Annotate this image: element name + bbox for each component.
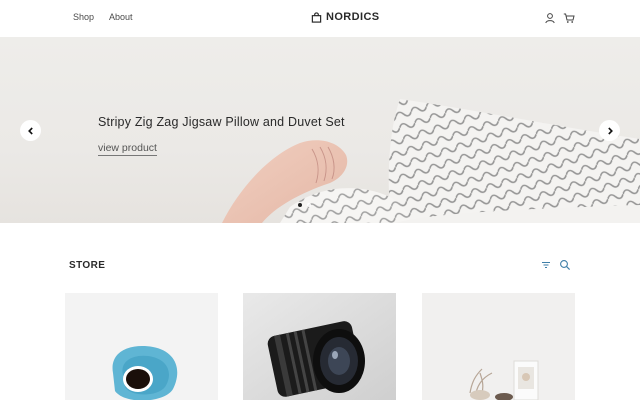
top-header: Shop About NORDICS — [0, 0, 640, 37]
brand-name: NORDICS — [326, 11, 380, 23]
product-image-camera-lens — [243, 293, 396, 400]
user-icon[interactable] — [544, 12, 556, 24]
product-card[interactable] — [65, 293, 218, 400]
product-image-decor-vase — [422, 293, 575, 400]
nav-about-link[interactable]: About — [109, 12, 133, 22]
search-icon[interactable] — [559, 259, 571, 271]
product-card[interactable] — [243, 293, 396, 400]
cart-icon[interactable] — [563, 12, 575, 24]
nav-shop-link[interactable]: Shop — [73, 12, 94, 22]
carousel-prev-button[interactable] — [20, 120, 41, 141]
chevron-right-icon — [607, 126, 613, 135]
carousel-dots — [298, 203, 311, 207]
view-product-link[interactable]: view product — [98, 142, 157, 156]
filter-icon[interactable] — [540, 259, 552, 271]
hero-carousel: Stripy Zig Zag Jigsaw Pillow and Duvet S… — [0, 37, 640, 223]
chevron-left-icon — [27, 126, 33, 135]
carousel-next-button[interactable] — [599, 120, 620, 141]
shopping-bag-icon — [311, 11, 322, 23]
store-title: STORE — [69, 260, 106, 271]
hero-title: Stripy Zig Zag Jigsaw Pillow and Duvet S… — [98, 115, 345, 129]
carousel-dot[interactable] — [298, 203, 302, 207]
product-card[interactable] — [422, 293, 575, 400]
product-image-coffee-cup — [65, 293, 218, 400]
carousel-dot[interactable] — [307, 203, 311, 207]
brand-logo[interactable]: NORDICS — [311, 11, 380, 23]
hero-image — [222, 99, 640, 223]
